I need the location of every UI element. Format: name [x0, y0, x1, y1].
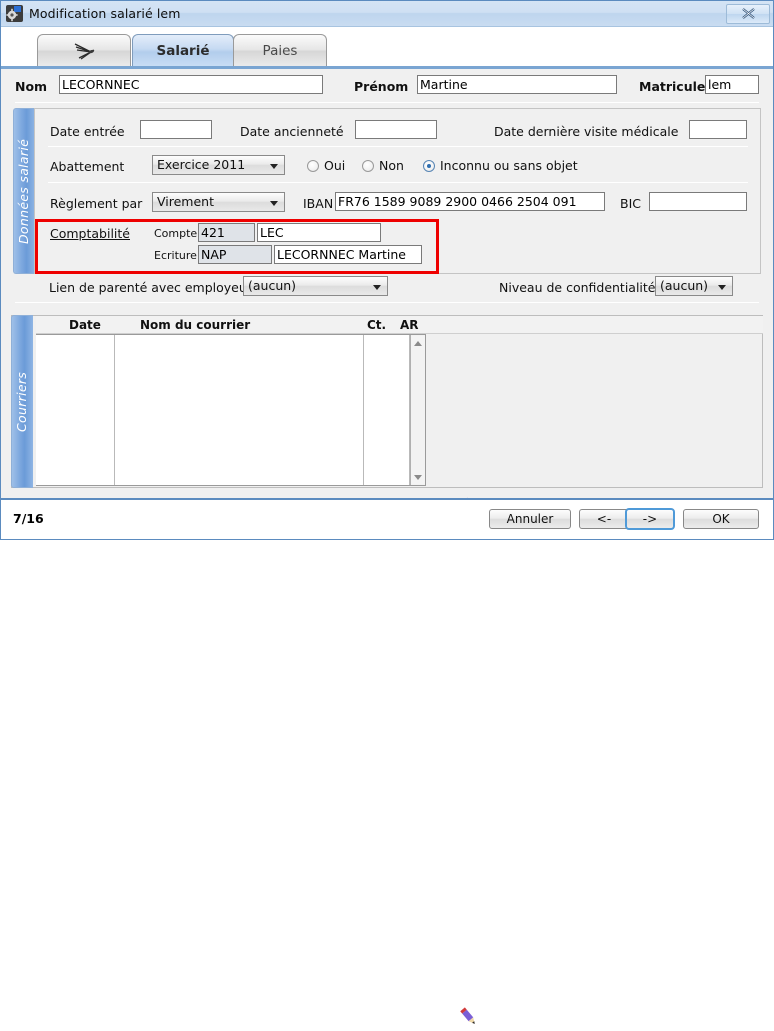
column-header-ct: Ct. — [367, 318, 387, 332]
nom-input[interactable]: LECORNNEC — [59, 75, 323, 94]
tab-dragonfly[interactable] — [37, 34, 131, 66]
abattement-radio-inconnu-label: Inconnu ou sans objet — [440, 158, 578, 173]
date-anciennete-input[interactable] — [355, 120, 437, 139]
compte-label: Compte — [154, 227, 198, 240]
grid-column-ct — [364, 335, 410, 485]
iban-input[interactable]: FR76 1589 9089 2900 0466 2504 091 — [335, 192, 605, 211]
confidentialite-combo-value: (aucun) — [660, 278, 709, 293]
reglement-combo[interactable]: Virement — [152, 192, 285, 212]
tab-label-2: Paies — [262, 42, 298, 59]
date-visite-medicale-input[interactable] — [689, 120, 747, 139]
confidentialite-label: Niveau de confidentialité — [499, 280, 656, 295]
abattement-radio-non-label: Non — [379, 158, 404, 173]
compte-name-input[interactable]: LEC — [257, 223, 381, 242]
courriers-panel: Courriers Date Nom du courrier Ct. AR — [11, 315, 763, 523]
date-anciennete-label: Date ancienneté — [240, 124, 344, 139]
nom-label: Nom — [15, 79, 48, 94]
chevron-down-icon — [270, 164, 278, 169]
column-header-date: Date — [69, 318, 101, 332]
cancel-button[interactable]: Annuler — [489, 509, 571, 529]
radio-icon-inconnu — [423, 159, 435, 172]
courriers-scrollbar[interactable] — [410, 335, 425, 485]
abattement-radio-oui[interactable]: Oui — [307, 158, 345, 173]
close-icon — [741, 8, 755, 19]
chevron-down-icon — [270, 201, 278, 206]
abattement-radio-non[interactable]: Non — [362, 158, 404, 173]
column-header-nom-du-courrier: Nom du courrier — [140, 318, 251, 332]
cancel-button-label: Annuler — [506, 512, 554, 526]
ecriture-label: Ecriture — [154, 249, 197, 262]
column-header-ar: AR — [400, 318, 419, 332]
date-entree-input[interactable] — [140, 120, 212, 139]
ecriture-name-input[interactable]: LECORNNEC Martine — [274, 245, 422, 264]
close-button[interactable] — [726, 3, 770, 24]
abattement-radio-oui-label: Oui — [324, 158, 346, 173]
prenom-label: Prénom — [354, 79, 409, 94]
courriers-table-body[interactable] — [36, 334, 426, 486]
previous-button-label: <- — [596, 512, 612, 526]
divider-dates — [48, 146, 748, 147]
statusbar: 7/16 Annuler <- -> OK — [1, 498, 773, 1024]
section-tab-donnees-salarie[interactable]: Données salarié — [13, 108, 35, 274]
prenom-input[interactable]: Martine — [417, 75, 617, 94]
section-tab-courriers[interactable]: Courriers — [11, 315, 33, 488]
abattement-combo-value: Exercice 2011 — [157, 157, 246, 172]
abattement-combo[interactable]: Exercice 2011 — [152, 155, 285, 175]
reglement-label: Règlement par — [50, 196, 143, 211]
app-gear-icon — [6, 5, 23, 22]
tab-salarie[interactable]: Salarié — [132, 34, 234, 66]
tab-strip: Salarié Paies — [1, 27, 773, 69]
lien-parente-label: Lien de parenté avec employeur — [49, 280, 252, 295]
donnees-salarie-group: Date entrée Date ancienneté Date dernièr… — [34, 108, 761, 274]
reglement-combo-value: Virement — [157, 194, 214, 209]
pencil-icon[interactable] — [457, 1006, 481, 1028]
courriers-table-header: Date Nom du courrier Ct. AR — [36, 316, 763, 334]
divider-identity — [15, 102, 759, 103]
scroll-down-arrow[interactable] — [411, 470, 425, 484]
section-tab-courriers-label: Courriers — [14, 371, 29, 432]
next-button[interactable]: -> — [625, 508, 675, 530]
next-button-label: -> — [642, 512, 658, 526]
divider-abattement — [48, 182, 748, 183]
dragonfly-icon — [74, 42, 95, 60]
bic-label: BIC — [620, 196, 641, 211]
caret-up-icon — [414, 340, 422, 346]
grid-column-nom — [115, 335, 364, 485]
abattement-radio-inconnu[interactable]: Inconnu ou sans objet — [423, 158, 578, 173]
comptabilite-title: Comptabilité — [50, 226, 130, 241]
lien-parente-combo-value: (aucun) — [248, 278, 297, 293]
radio-icon-non — [362, 159, 374, 172]
compte-code-input[interactable]: 421 — [198, 223, 255, 242]
bic-input[interactable] — [649, 192, 747, 211]
tab-paies[interactable]: Paies — [233, 34, 327, 66]
window-title: Modification salarié lem — [29, 6, 181, 21]
chevron-down-icon — [718, 285, 726, 290]
iban-label: IBAN — [303, 196, 334, 211]
page-indicator: 7/16 — [13, 511, 44, 526]
date-entree-label: Date entrée — [50, 124, 125, 139]
date-visite-medicale-label: Date dernière visite médicale — [494, 124, 679, 139]
divider-footer-fields — [15, 302, 759, 303]
caret-down-icon — [414, 474, 422, 480]
titlebar: Modification salarié lem — [1, 1, 773, 27]
radio-icon-oui — [307, 159, 319, 172]
identity-row: Nom LECORNNEC Prénom Martine Matricule l… — [1, 69, 773, 101]
matricule-label: Matricule — [639, 79, 706, 94]
confidentialite-combo[interactable]: (aucun) — [655, 276, 733, 296]
ok-button[interactable]: OK — [683, 509, 759, 529]
chevron-down-icon — [373, 285, 381, 290]
matricule-input[interactable]: lem — [705, 75, 759, 94]
main-panel: Nom LECORNNEC Prénom Martine Matricule l… — [1, 69, 773, 523]
ecriture-code-input[interactable]: NAP — [198, 245, 272, 264]
section-tab-donnees-salarie-label: Données salarié — [16, 138, 31, 244]
abattement-label: Abattement — [50, 159, 125, 174]
modification-salarie-window: Modification salarié lem Salarié Paies N… — [0, 0, 774, 1024]
lien-parente-combo[interactable]: (aucun) — [243, 276, 388, 296]
grid-column-date — [36, 335, 115, 485]
previous-button[interactable]: <- — [579, 509, 629, 529]
tab-label-1: Salarié — [156, 42, 210, 59]
ok-button-label: OK — [712, 512, 730, 526]
scroll-up-arrow[interactable] — [411, 336, 425, 350]
